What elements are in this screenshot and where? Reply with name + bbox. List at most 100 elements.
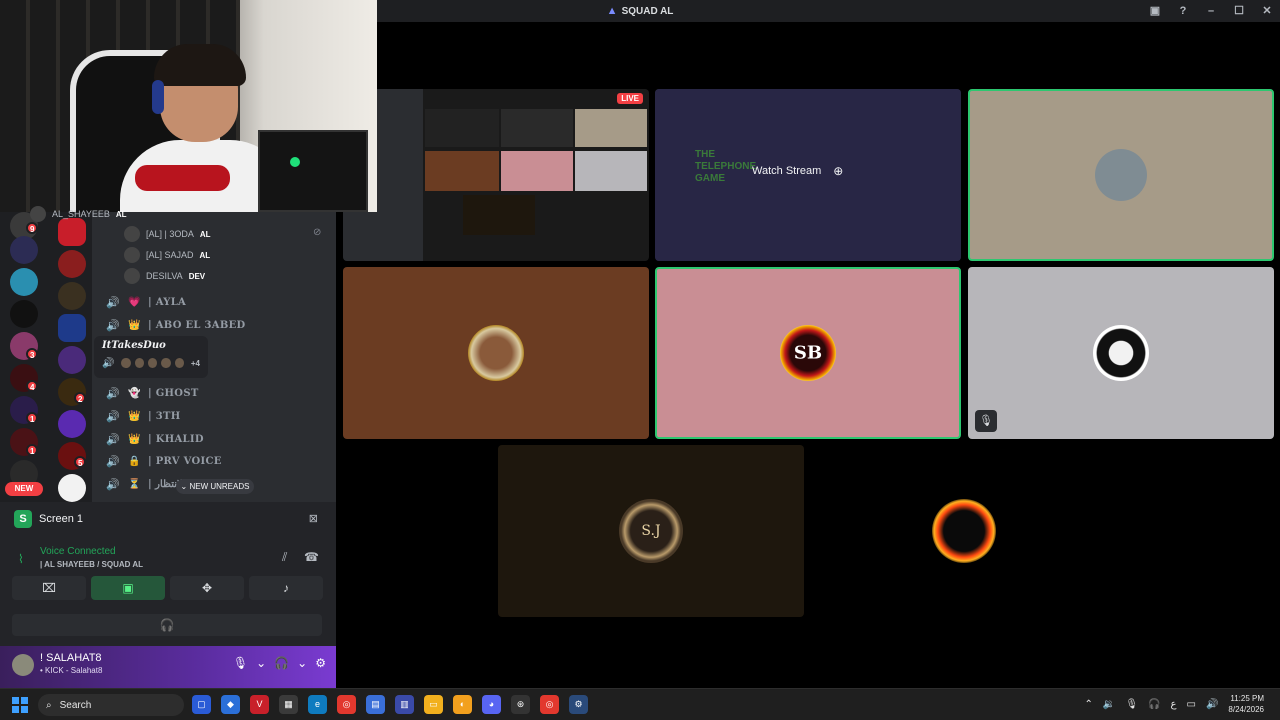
widgets-icon[interactable]: ◆ <box>221 695 240 714</box>
member-avatar <box>160 357 172 369</box>
headphones-icon[interactable]: 🎧 <box>274 656 289 670</box>
user-avatar <box>124 226 140 242</box>
settings-icon[interactable]: ⚙ <box>569 695 588 714</box>
chrome-icon[interactable]: ◎ <box>337 695 356 714</box>
server-icon[interactable] <box>58 346 86 374</box>
server-icon[interactable] <box>10 300 38 328</box>
task-view-icon[interactable]: ▢ <box>192 695 211 714</box>
network-icon[interactable]: ▭ <box>1187 699 1196 710</box>
voice-user[interactable]: [AL] SAJAD AL <box>124 247 210 263</box>
app-icon[interactable]: ▥ <box>395 695 414 714</box>
stream-tile-screen[interactable]: LIVE <box>343 89 649 261</box>
volume-icon[interactable]: 🔉 <box>1103 699 1115 710</box>
speaker-icon: 🔊 <box>106 478 120 491</box>
camera-off-button[interactable]: ⌧ <box>12 576 86 600</box>
windows-start-icon[interactable] <box>12 697 28 713</box>
voice-channel-name: | PRV VOICE <box>148 456 222 467</box>
server-badge: 5 <box>74 456 87 468</box>
language-indicator[interactable]: ع <box>1171 699 1177 710</box>
steam-icon[interactable]: ⊛ <box>511 695 530 714</box>
signal-icon[interactable]: ⌇ <box>18 552 24 566</box>
user-name[interactable]: ! SALAHAT8 <box>40 652 102 664</box>
speaker-icon: 🔊 <box>106 387 120 400</box>
noise-suppression-icon[interactable]: ⫽ <box>282 550 287 565</box>
voice-channel-path[interactable]: | AL SHAYEEB / SQUAD AL <box>40 560 143 569</box>
server-badge: 4 <box>26 380 39 392</box>
activities-button[interactable]: ✥ <box>170 576 244 600</box>
user-avatar <box>30 206 46 222</box>
voice-channel-waiting[interactable]: 🔊 ⏳ | الانتظار <box>106 478 186 491</box>
watch-stream-label: Watch Stream <box>752 165 822 177</box>
voice-channel-ghost[interactable]: 🔊 👻 | GHOST <box>106 387 199 400</box>
app-icon[interactable]: ◐ <box>453 695 472 714</box>
chevron-up-icon[interactable]: ⌃ <box>1085 699 1093 710</box>
deafened-icon: ⊘ <box>313 227 322 238</box>
speaker-icon: 🔊 <box>106 296 120 309</box>
voice-channel-name: | 3TH <box>148 411 181 422</box>
store-icon[interactable]: ▦ <box>279 695 298 714</box>
help-icon[interactable]: ? <box>1176 3 1190 19</box>
participant-tile[interactable]: 🎙 <box>968 267 1274 439</box>
headphones-button[interactable]: 🎧 <box>12 614 322 636</box>
voicemod-icon[interactable]: V <box>250 695 269 714</box>
chevron-down-icon[interactable]: ⌄ <box>256 656 266 670</box>
channel-emoji: 🔒 <box>128 456 141 467</box>
disconnect-icon[interactable]: ☎ <box>304 550 319 564</box>
voice-channel-ayla[interactable]: 🔊 💗 | AYLA <box>106 296 186 309</box>
mic-icon[interactable]: 🎙 <box>1125 699 1138 710</box>
voice-channel-prv-voice[interactable]: 🔊 🔒 | PRV VOICE <box>106 455 222 468</box>
server-icon[interactable] <box>10 268 38 296</box>
voice-channel-khalid[interactable]: 🔊 👑 | KHALID <box>106 433 204 446</box>
user-tag: AL <box>199 229 211 239</box>
screen-share-close-icon[interactable]: ⊠ <box>309 512 318 525</box>
close-button[interactable]: ✕ <box>1260 3 1274 19</box>
headphones-icon[interactable]: 🎧 <box>1148 699 1160 710</box>
discord-icon[interactable]: ◕ <box>482 695 501 714</box>
user-avatar[interactable] <box>12 654 34 676</box>
voice-connected-status[interactable]: Voice Connected <box>40 546 116 557</box>
voice-channel-abo-el-3abed[interactable]: 🔊 👑 | ABO EL 3ABED <box>106 319 246 332</box>
share-screen-button[interactable]: ▣ <box>91 576 165 600</box>
maximize-button[interactable]: ☐ <box>1232 3 1246 19</box>
participant-tile[interactable]: S.J <box>498 445 804 617</box>
server-icon-squad-al[interactable] <box>58 314 86 342</box>
chevron-down-icon[interactable]: ⌄ <box>297 656 307 670</box>
participant-tile[interactable] <box>968 89 1274 261</box>
new-servers-pill[interactable]: NEW <box>5 482 43 496</box>
server-icon[interactable] <box>58 250 86 278</box>
voice-user[interactable]: [AL] | 3ODA AL <box>124 226 211 242</box>
screen-share-header: S Screen 1 <box>14 510 83 528</box>
server-icon[interactable] <box>58 282 86 310</box>
member-avatar <box>147 357 159 369</box>
participant-avatar <box>932 499 996 563</box>
file-explorer-icon[interactable]: ▭ <box>424 695 443 714</box>
mic-icon[interactable]: 🎙 <box>233 656 248 670</box>
server-icon[interactable] <box>58 410 86 438</box>
taskbar-clock[interactable]: 11:25 PM 8/24/2026 <box>1228 693 1264 715</box>
server-icon[interactable] <box>58 474 86 502</box>
mini-tile <box>463 195 535 235</box>
new-unreads-button[interactable]: ⌄ NEW UNREADS <box>176 479 254 494</box>
server-icon[interactable] <box>10 236 38 264</box>
voice-user[interactable]: AL_SHAYEEB AL <box>30 206 127 222</box>
edge-icon[interactable]: e <box>308 695 327 714</box>
participant-tile[interactable] <box>811 445 1117 617</box>
soundboard-button[interactable]: ♪ <box>249 576 323 600</box>
chrome-icon[interactable]: ◎ <box>540 695 559 714</box>
watch-stream-button[interactable]: Watch Stream ⊕ <box>752 164 843 178</box>
inbox-icon[interactable]: ▣ <box>1148 3 1162 19</box>
participant-tile[interactable] <box>343 267 649 439</box>
app-icon[interactable]: ▤ <box>366 695 385 714</box>
voice-user[interactable]: DESILVA DEV <box>124 268 205 284</box>
speaker-icon: 🔊 <box>106 433 120 446</box>
participant-tile-speaking[interactable]: SB <box>655 267 961 439</box>
speaker-icon[interactable]: 🔊 <box>1206 699 1218 710</box>
taskbar-search[interactable]: ⌕ Search <box>38 694 184 716</box>
channel-emoji: 💗 <box>128 297 141 308</box>
voice-user-name: AL_SHAYEEB <box>52 209 110 219</box>
gear-icon[interactable]: ⚙ <box>315 656 326 670</box>
minimize-button[interactable]: – <box>1204 3 1218 19</box>
mini-tile <box>425 109 499 147</box>
voice-channel-3th[interactable]: 🔊 👑 | 3TH <box>106 410 180 423</box>
server-icon[interactable] <box>58 218 86 246</box>
